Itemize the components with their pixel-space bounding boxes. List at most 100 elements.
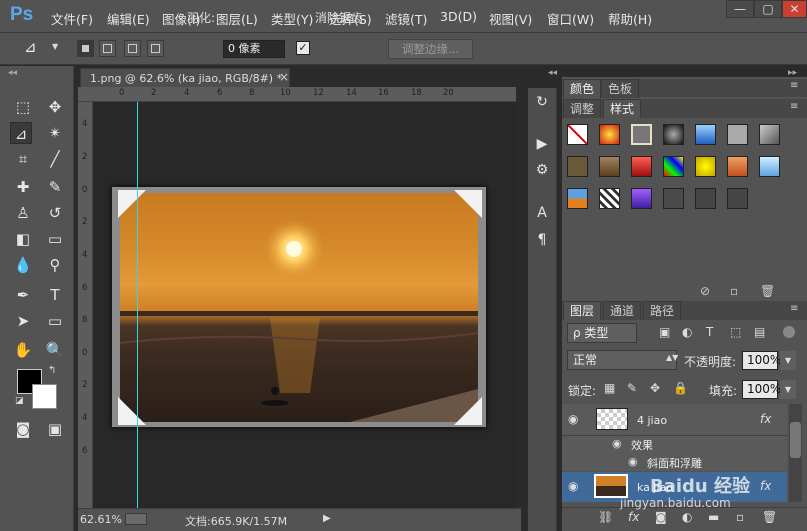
properties-panel-icon[interactable]: ⚙ (533, 161, 551, 179)
style-swatch[interactable] (695, 156, 716, 177)
intersect-selection-button[interactable] (147, 40, 164, 57)
document-tab[interactable]: 1.png @ 62.6% (ka jiao, RGB/8#) * (80, 68, 290, 87)
layer-filter-dropdown[interactable]: ρ 类型 (567, 323, 637, 343)
crop-tool-icon[interactable]: ⌗ (12, 148, 34, 170)
bevel-eye-icon[interactable]: ◉ (628, 455, 638, 468)
styles-menu-icon[interactable]: ≡ (790, 101, 798, 112)
menu-edit[interactable]: 编辑(E) (107, 9, 150, 28)
menu-help[interactable]: 帮助(H) (608, 9, 652, 28)
effects-eye-icon[interactable]: ◉ (612, 437, 622, 450)
path-selection-tool-icon[interactable]: ➤ (12, 310, 34, 332)
style-swatch[interactable] (631, 156, 652, 177)
status-menu-arrow-icon[interactable]: ▶ (323, 513, 331, 524)
shape-tool-icon[interactable]: ▭ (44, 310, 66, 332)
lock-pixels-icon[interactable]: ✎ (627, 381, 637, 395)
new-adjustment-icon[interactable]: ◐ (682, 510, 692, 524)
opacity-input[interactable]: 100% (742, 351, 781, 370)
dodge-tool-icon[interactable]: ⚲ (44, 254, 66, 276)
eye-visibility-icon[interactable]: ◉ (568, 412, 578, 426)
style-swatch[interactable] (727, 156, 748, 177)
layer-fx-icon[interactable]: fx (760, 479, 771, 493)
toolbox-collapse-icon[interactable]: ◂◂ (8, 68, 17, 78)
subtract-selection-button[interactable] (124, 40, 141, 57)
brush-tool-icon[interactable]: ✎ (44, 176, 66, 198)
style-swatch-selected[interactable] (631, 124, 652, 145)
magic-wand-tool-icon[interactable]: ✴ (44, 122, 66, 144)
filter-toggle[interactable] (783, 326, 795, 338)
history-brush-tool-icon[interactable]: ↺ (44, 202, 66, 224)
refine-edge-button[interactable]: 调整边缘... (388, 39, 473, 59)
filter-type-icon[interactable]: T (706, 325, 713, 339)
default-colors-icon[interactable]: ◪ (15, 396, 24, 406)
menu-layer[interactable]: 图层(L) (216, 9, 258, 28)
clear-style-icon[interactable]: ⊘ (700, 284, 710, 298)
stamp-tool-icon[interactable]: ♙ (12, 202, 34, 224)
minimize-button[interactable]: — (726, 0, 754, 18)
style-swatch-none[interactable] (567, 124, 588, 145)
eraser-tool-icon[interactable]: ◧ (12, 228, 34, 250)
lock-transparent-icon[interactable]: ▦ (604, 381, 615, 395)
quick-mask-icon[interactable]: ◙ (12, 418, 34, 440)
filter-smart-object-icon[interactable]: ▤ (754, 325, 765, 339)
menu-view[interactable]: 视图(V) (489, 9, 532, 28)
style-swatch[interactable] (599, 156, 620, 177)
layers-scrollbar[interactable] (789, 404, 802, 502)
fill-input[interactable]: 100% (742, 380, 781, 399)
tab-swatches[interactable]: 色板 (601, 79, 640, 98)
guide-line[interactable] (137, 102, 138, 508)
new-selection-button[interactable] (77, 40, 94, 57)
new-layer-icon[interactable]: ▫ (736, 510, 744, 524)
gradient-tool-icon[interactable]: ▭ (44, 228, 66, 250)
filter-shape-icon[interactable]: ⬚ (730, 325, 741, 339)
style-swatch[interactable] (759, 124, 780, 145)
blend-mode-dropdown[interactable]: 正常 (567, 350, 677, 370)
tab-color[interactable]: 颜色 (563, 79, 602, 98)
menu-type[interactable]: 类型(Y) (271, 9, 313, 28)
character-panel-icon[interactable]: A (533, 204, 551, 222)
tab-layers[interactable]: 图层 (563, 301, 602, 320)
antialias-checkbox[interactable]: ✓ (296, 41, 310, 55)
eye-visibility-icon[interactable]: ◉ (568, 479, 578, 493)
dock-collapse-icon[interactable]: ◂◂ (548, 68, 557, 78)
style-swatch[interactable] (663, 188, 684, 209)
swap-colors-icon[interactable]: ↰ (48, 365, 56, 376)
status-icon[interactable] (125, 513, 147, 525)
opacity-slider-arrow-icon[interactable]: ▼ (780, 351, 796, 370)
hand-tool-icon[interactable]: ✋ (12, 339, 34, 361)
actions-panel-icon[interactable]: ▶ (533, 135, 551, 153)
eyedropper-tool-icon[interactable]: ╱ (44, 148, 66, 170)
zoom-tool-icon[interactable]: 🔍 (44, 339, 66, 361)
layers-menu-icon[interactable]: ≡ (790, 303, 798, 314)
menu-window[interactable]: 窗口(W) (547, 9, 594, 28)
background-color-swatch[interactable] (32, 384, 57, 409)
preset-dropdown-arrow-icon[interactable]: ▼ (52, 42, 58, 51)
paragraph-panel-icon[interactable]: ¶ (533, 231, 551, 249)
style-swatch[interactable] (663, 124, 684, 145)
lock-position-icon[interactable]: ✥ (650, 381, 660, 395)
add-to-selection-button[interactable] (99, 40, 116, 57)
close-button[interactable]: ✕ (782, 0, 807, 18)
restore-button[interactable]: ▢ (754, 0, 782, 18)
style-swatch[interactable] (759, 156, 780, 177)
style-swatch[interactable] (663, 156, 684, 177)
polygonal-lasso-preset-icon[interactable]: ⊿ (24, 38, 37, 56)
style-swatch[interactable] (695, 124, 716, 145)
lasso-tool-icon[interactable]: ⊿ (10, 122, 32, 144)
add-fx-icon[interactable]: fx (628, 510, 639, 524)
menu-filter[interactable]: 滤镜(T) (385, 9, 427, 28)
link-layers-icon[interactable]: ⛓ (598, 510, 613, 524)
menu-file[interactable]: 文件(F) (51, 9, 93, 28)
blur-tool-icon[interactable]: 💧 (12, 254, 34, 276)
style-swatch[interactable] (695, 188, 716, 209)
move-tool-icon[interactable]: ✥ (44, 96, 66, 118)
new-style-icon[interactable]: ▫ (730, 284, 738, 298)
screen-mode-icon[interactable]: ▣ (44, 418, 66, 440)
feather-input[interactable]: 0 像素 (223, 40, 285, 58)
healing-brush-tool-icon[interactable]: ✚ (12, 176, 34, 198)
layers-scroll-thumb[interactable] (790, 422, 801, 458)
tab-styles[interactable]: 样式 (603, 99, 642, 118)
lock-all-icon[interactable]: 🔒 (673, 381, 688, 395)
tab-adjustments[interactable]: 调整 (563, 99, 602, 118)
style-swatch[interactable] (567, 156, 588, 177)
delete-style-icon[interactable]: 🗑 (760, 284, 775, 298)
